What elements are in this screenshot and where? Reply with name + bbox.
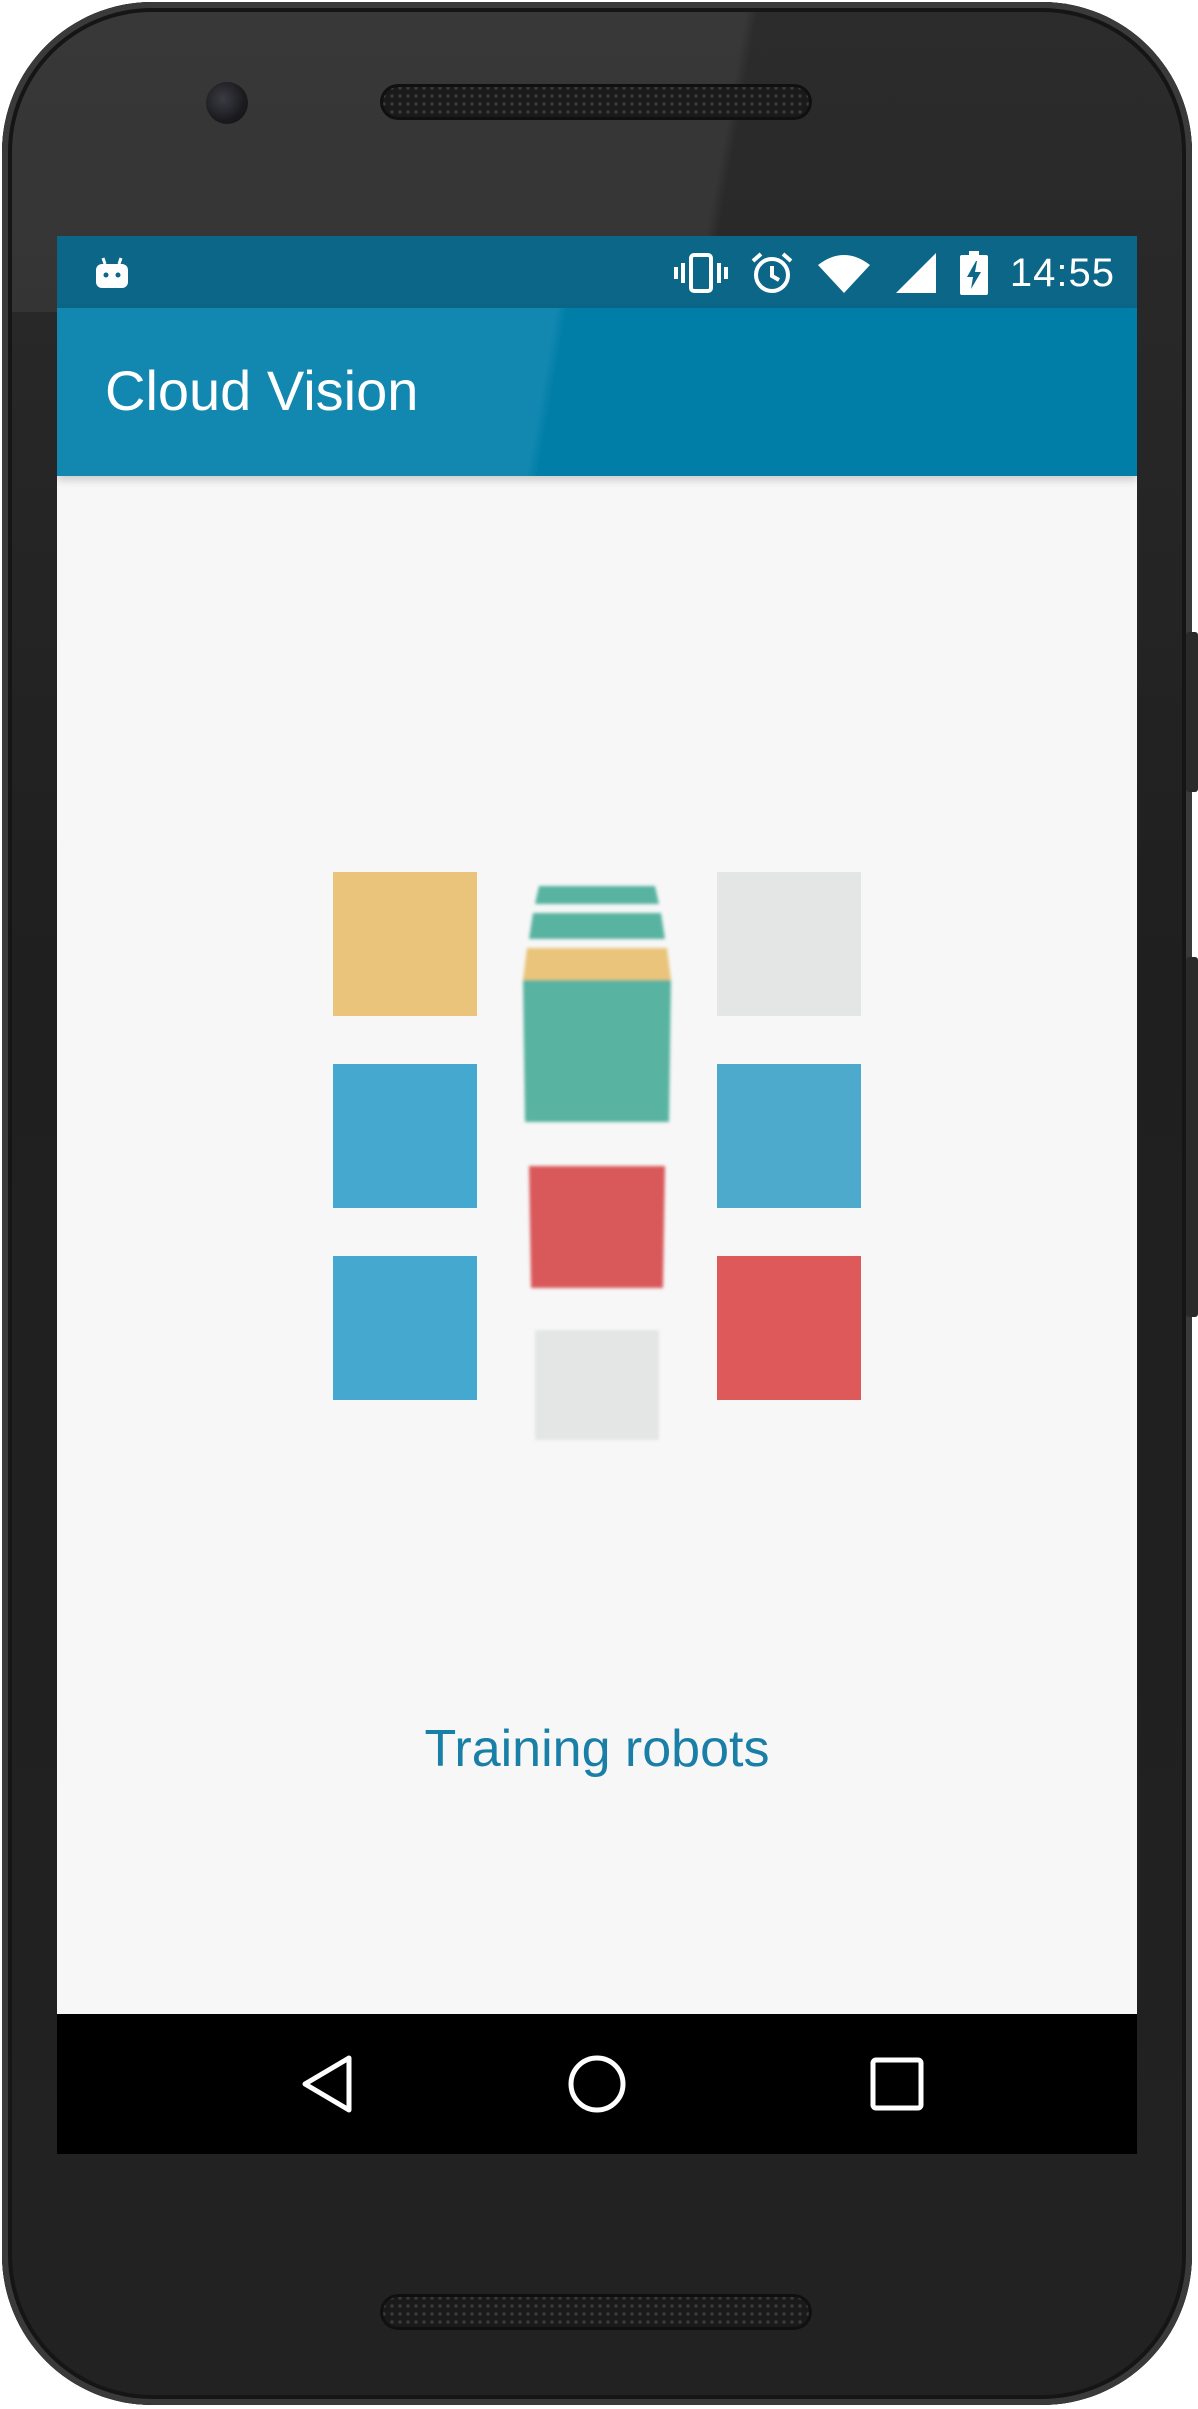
screen: 14:55 Cloud Vision Training robots [57, 236, 1137, 2154]
loader-tile [717, 1256, 861, 1400]
wifi-icon [817, 255, 870, 293]
signal-icon [895, 253, 936, 293]
phone-frame: 14:55 Cloud Vision Training robots [2, 2, 1198, 2405]
alarm-icon [751, 252, 793, 293]
front-camera [206, 82, 248, 124]
vibrate-icon [673, 253, 728, 293]
battery-charging-icon [959, 251, 988, 295]
back-button[interactable] [295, 2052, 359, 2116]
top-speaker [380, 84, 812, 120]
loader-falling-tiles [523, 886, 671, 1440]
recents-icon [870, 2057, 924, 2111]
app-title: Cloud Vision [105, 359, 419, 422]
navigation-bar [57, 2014, 1137, 2154]
android-debug-icon [96, 257, 128, 288]
back-icon [302, 2055, 352, 2113]
clock: 14:55 [1009, 250, 1115, 295]
status-icons: 14:55 [673, 250, 1115, 296]
home-button[interactable] [565, 2052, 629, 2116]
loader-tile [333, 872, 477, 1016]
loader-tile [717, 872, 861, 1016]
home-icon [568, 2055, 626, 2113]
main-content: Training robots [57, 476, 1137, 2014]
loader-tile [717, 1064, 861, 1208]
loader-tile [333, 1064, 477, 1208]
loading-message: Training robots [424, 1720, 770, 1778]
volume-rocker [1186, 957, 1198, 1317]
loading-animation [57, 476, 1137, 2014]
power-button [1186, 632, 1198, 792]
bottom-speaker [380, 2294, 812, 2330]
status-bar: 14:55 [57, 236, 1137, 308]
app-bar: Cloud Vision [57, 308, 1137, 476]
recents-button[interactable] [865, 2052, 929, 2116]
loader-tile [333, 1256, 477, 1400]
